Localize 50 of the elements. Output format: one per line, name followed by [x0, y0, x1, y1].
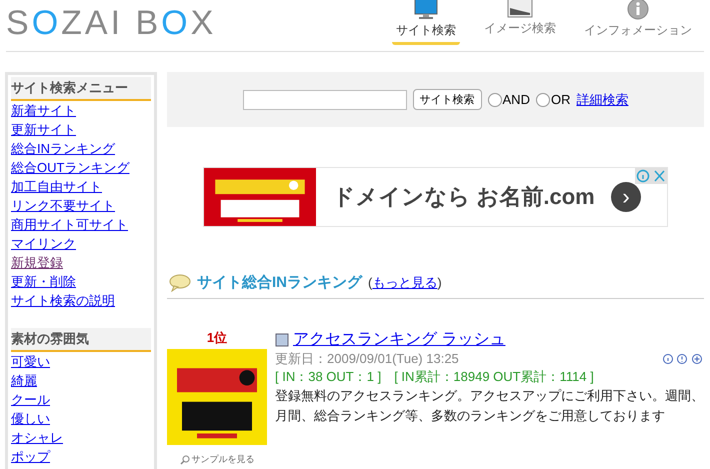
- section-title: サイト総合INランキング: [197, 273, 362, 292]
- paren: (: [368, 275, 372, 290]
- search-button[interactable]: サイト検索: [412, 89, 482, 110]
- ad-banner[interactable]: ドメインなら お名前.com ›: [203, 167, 668, 227]
- sidebar-heading: サイト検索メニュー: [11, 77, 151, 101]
- nav-tab[interactable]: イメージ検索: [480, 18, 560, 43]
- sidebar-link[interactable]: 更新サイト: [11, 120, 76, 139]
- sidebar-link[interactable]: 更新・削除: [11, 272, 76, 291]
- window-icon: [275, 332, 289, 346]
- more-link[interactable]: もっと見る: [372, 274, 438, 292]
- sidebar-link[interactable]: 可愛い: [11, 352, 50, 371]
- sidebar-link[interactable]: 総合OUTランキング: [11, 158, 130, 177]
- monitor-icon: [414, 0, 438, 20]
- sidebar-link[interactable]: ポップ: [11, 447, 50, 466]
- sample-link[interactable]: サンプルを見る: [180, 453, 254, 466]
- paren: ): [437, 275, 442, 290]
- sidebar-link[interactable]: 新着サイト: [11, 101, 76, 120]
- speech-bubble-icon: [169, 274, 191, 292]
- ad-text: ドメインなら お名前.com: [331, 183, 596, 211]
- nav-tab[interactable]: サイト検索: [392, 20, 460, 45]
- magnifier-icon: [180, 454, 190, 464]
- image-icon: [507, 0, 533, 18]
- ad-choices-icon[interactable]: [635, 168, 667, 184]
- advanced-search-link[interactable]: 詳細検索: [576, 90, 628, 108]
- stats-text: [ IN：38 OUT：1 ] [ IN累計：18949 OUT累計：1114 ]: [275, 368, 595, 386]
- sidebar-link[interactable]: マイリンク: [11, 234, 76, 253]
- radio-label: AND: [502, 92, 530, 107]
- sidebar-link[interactable]: 優しい: [11, 409, 50, 428]
- update-date: 更新日：2009/09/01(Tue) 13:25: [275, 350, 459, 368]
- sidebar-heading: 素材の雰囲気: [11, 328, 151, 352]
- radio-button[interactable]: [536, 92, 550, 106]
- sidebar-link[interactable]: クール: [11, 390, 50, 409]
- info-icon: [627, 0, 649, 20]
- sidebar-link[interactable]: 新規登録: [11, 253, 63, 272]
- action-icons[interactable]: [662, 353, 704, 365]
- radio-label: OR: [550, 92, 570, 107]
- radio-button[interactable]: [488, 92, 502, 106]
- site-title-link[interactable]: アクセスランキング ラッシュ: [293, 329, 506, 350]
- search-field[interactable]: [242, 90, 407, 110]
- sidebar-link[interactable]: 総合INランキング: [11, 139, 115, 158]
- site-description: 登録無料のアクセスランキング。アクセスアップにご利用下さい。週間、月間、総合ランキング等、多数のランキングをご用意しております: [275, 387, 704, 425]
- sidebar-link[interactable]: リンク不要サイト: [11, 196, 115, 215]
- nav-tab[interactable]: インフォメーション: [580, 20, 696, 45]
- sidebar-link[interactable]: 商用サイト可サイト: [11, 215, 128, 234]
- sidebar-link[interactable]: 綺麗: [11, 371, 37, 390]
- sidebar-link[interactable]: オシャレ: [11, 428, 63, 447]
- sidebar-link[interactable]: 加工自由サイト: [11, 177, 102, 196]
- ad-arrow-button[interactable]: ›: [611, 182, 641, 212]
- rank-label: 1位: [206, 329, 228, 347]
- sidebar-link[interactable]: サイト検索の説明: [11, 291, 115, 310]
